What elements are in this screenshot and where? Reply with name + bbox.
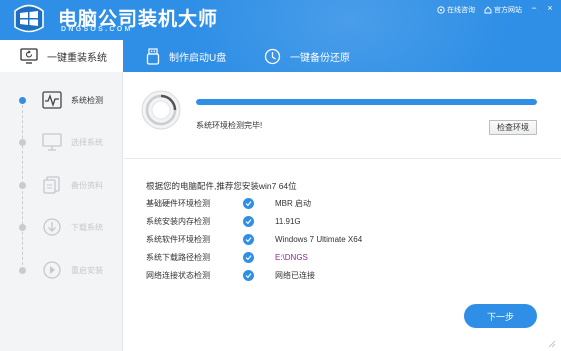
recommendation-text: 根据您的电脑配件,推荐您安装win7 64位 [146, 181, 297, 191]
result-row: 网络连接状态检测 网络已连接 [146, 268, 446, 283]
online-consult-label: 在线咨询 [447, 7, 475, 14]
step-label: 备份资料 [71, 180, 103, 190]
check-icon [243, 198, 254, 209]
detection-spinner-icon [141, 90, 181, 130]
step-system-check: 系统检测 [0, 88, 123, 112]
result-row: 系统软件环境检测 Windows 7 Ultimate X64 [146, 232, 446, 247]
tab-make-usb-label: 制作启动U盘 [169, 52, 227, 64]
result-value: MBR 启动 [275, 199, 311, 208]
step-dot [19, 223, 26, 231]
resize-grip-icon[interactable] [546, 338, 556, 348]
step-dot [19, 266, 26, 274]
tab-backup-restore-label: 一键备份还原 [290, 52, 350, 64]
step-restart-install: 重启安装 [0, 258, 123, 282]
step-label: 系统检测 [71, 95, 103, 105]
divider [124, 158, 561, 159]
tab-reinstall-system[interactable]: 一键重装系统 [0, 40, 123, 72]
main-panel: 系统环境检测完毕! 检查环境 根据您的电脑配件,推荐您安装win7 64位 基础… [124, 72, 561, 351]
check-environment-button[interactable]: 检查环境 [489, 120, 537, 135]
step-label: 下载系统 [71, 222, 103, 232]
check-icon [243, 252, 254, 263]
result-label: 系统下载路径检测 [146, 253, 210, 262]
progress-bar [196, 99, 537, 105]
home-icon [484, 6, 492, 14]
step-select-system: 选择系统 [0, 130, 123, 154]
headset-icon [437, 6, 445, 14]
step-label: 重启安装 [71, 265, 103, 275]
waveform-icon [42, 91, 62, 109]
step-dot [19, 181, 26, 189]
status-text: 系统环境检测完毕! [196, 121, 263, 130]
result-value: 网络已连接 [275, 271, 315, 280]
next-step-button[interactable]: 下一步 [464, 304, 537, 328]
check-icon [243, 216, 254, 227]
official-site-label: 官方网站 [494, 7, 522, 14]
documents-icon [43, 176, 60, 194]
logo-icon [14, 4, 44, 33]
step-sidebar: 系统检测 选择系统 备份资料 下载系统 重启安装 [0, 72, 123, 351]
official-site-link[interactable]: 官方网站 [484, 5, 522, 15]
result-row: 系统安装内存检测 11.91G [146, 214, 446, 229]
step-download-system: 下载系统 [0, 215, 123, 239]
brand-subtitle: DNGSOS.COM [61, 26, 133, 33]
progress-fill [196, 99, 537, 105]
restart-icon [43, 261, 61, 279]
result-row: 基础硬件环境检测 MBR 启动 [146, 196, 446, 211]
monitor-icon [42, 133, 62, 151]
result-value: 11.91G [275, 217, 301, 226]
result-label: 网络连接状态检测 [146, 271, 210, 280]
online-consult-link[interactable]: 在线咨询 [437, 5, 475, 15]
tab-reinstall-label: 一键重装系统 [47, 52, 107, 64]
step-backup-data: 备份资料 [0, 173, 123, 197]
check-icon [243, 270, 254, 281]
monitor-refresh-icon [20, 48, 38, 64]
step-dot [19, 138, 26, 146]
tab-make-usb[interactable]: 制作启动U盘 [146, 40, 226, 72]
title-bar: 电脑公司装机大师 DNGSOS.COM 在线咨询 官方网站 − × 一键重装系统… [0, 0, 561, 72]
tab-backup-restore[interactable]: 一键备份还原 [264, 40, 350, 72]
download-icon [43, 218, 61, 236]
result-label: 基础硬件环境检测 [146, 199, 210, 208]
result-label: 系统安装内存检测 [146, 217, 210, 226]
minimize-button[interactable]: − [528, 3, 540, 13]
installer-window: 电脑公司装机大师 DNGSOS.COM 在线咨询 官方网站 − × 一键重装系统… [0, 0, 561, 351]
backup-restore-icon [264, 48, 281, 64]
download-path-link[interactable]: E:\DNGS [275, 253, 308, 262]
usb-drive-icon [146, 47, 160, 65]
step-dot [19, 96, 26, 104]
result-row: 系统下载路径检测 E:\DNGS [146, 250, 446, 265]
result-label: 系统软件环境检测 [146, 235, 210, 244]
check-icon [243, 234, 254, 245]
result-value: Windows 7 Ultimate X64 [275, 235, 363, 244]
step-label: 选择系统 [71, 137, 103, 147]
close-button[interactable]: × [544, 3, 556, 13]
